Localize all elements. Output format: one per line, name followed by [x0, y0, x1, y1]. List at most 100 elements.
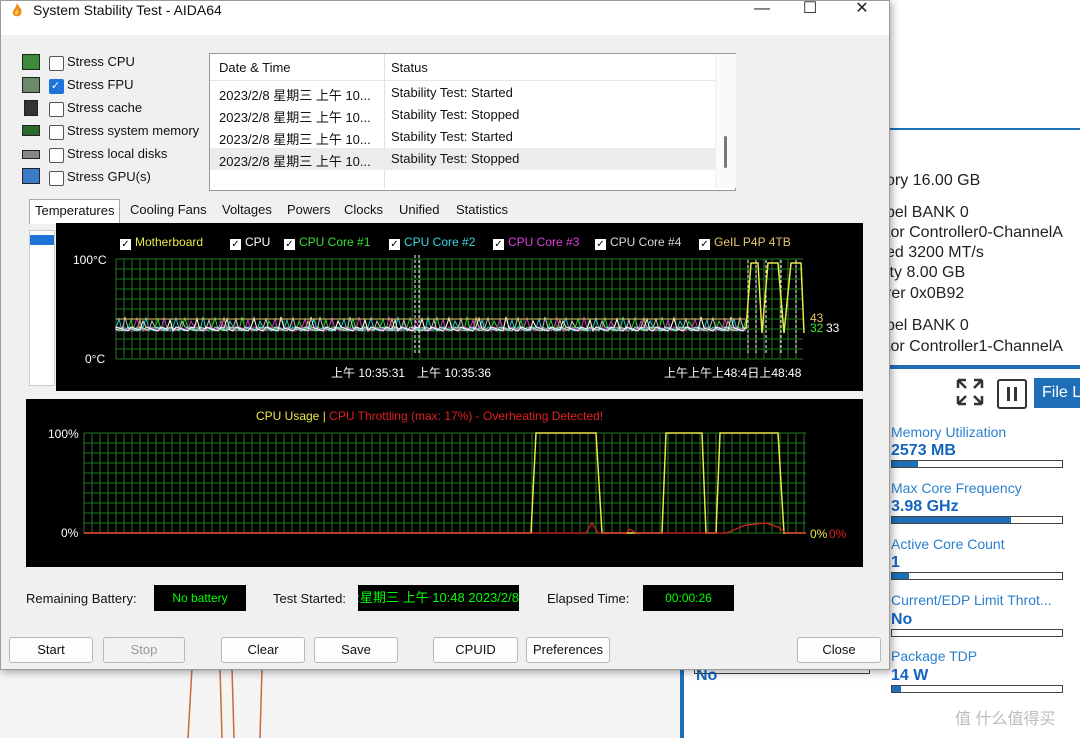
tab-clocks[interactable]: Clocks: [339, 199, 388, 223]
temperature-graph: ✓ Motherboard ✓ CPU ✓ CPU Core #1 ✓ CPU Core…: [56, 223, 863, 391]
cpuid-button[interactable]: CPUID: [433, 637, 518, 663]
stress-cpu-checkbox[interactable]: [49, 56, 64, 71]
stat-label-max-core-frequency: Max Core Frequency: [891, 480, 1022, 496]
stress-gpu-checkbox[interactable]: [49, 171, 64, 186]
tab-cooling-fans[interactable]: Cooling Fans: [125, 199, 212, 223]
stop-button[interactable]: Stop: [103, 637, 185, 663]
scrollbar-thumb[interactable]: [724, 136, 727, 168]
file-log-button[interactable]: File L: [1034, 378, 1080, 408]
tab-voltages[interactable]: Voltages: [217, 199, 277, 223]
log-row-selected[interactable]: 2023/2/8 星期三 上午 10... Stability Test: St…: [210, 148, 715, 170]
log-cell-status: Stability Test: Stopped: [391, 151, 520, 166]
cpu-throttle-current: 0%: [829, 527, 847, 541]
log-column-header-status[interactable]: Status: [391, 60, 428, 75]
log-row[interactable]: 2023/2/8 星期三 上午 10... Stability Test: St…: [210, 104, 715, 126]
elapsed-time-label: Elapsed Time:: [547, 591, 630, 606]
stat-value-package-tdp: 14 W: [891, 667, 929, 684]
log-row[interactable]: 2023/2/8 星期三 上午 10... Stability Test: St…: [210, 82, 715, 104]
minimize-icon[interactable]: —: [739, 1, 785, 19]
preferences-button[interactable]: Preferences: [526, 637, 610, 663]
maximize-icon[interactable]: ☐: [787, 1, 833, 19]
stress-disks-checkbox[interactable]: [49, 148, 64, 163]
log-cell-date: 2023/2/8 星期三 上午 10...: [219, 110, 371, 125]
cpu-axis-top-label: 100%: [48, 427, 79, 441]
gpu-monitor-icon: [22, 168, 40, 184]
tab-unified[interactable]: Unified: [394, 199, 444, 223]
expand-icon[interactable]: [955, 377, 985, 407]
pause-icon[interactable]: [997, 379, 1027, 409]
stat-label-active-core-count: Active Core Count: [891, 536, 1005, 552]
stat-bar-edp-limit-throttling: [891, 629, 1063, 637]
cache-icon: [24, 100, 38, 116]
legend-cpu-core-2: ✓ CPU Core #2: [389, 235, 476, 250]
stat-bar-memory-utilization: [891, 460, 1063, 468]
cpu-chip-icon: [22, 54, 40, 70]
stat-bar-active-core-count: [891, 572, 1063, 580]
tab-powers[interactable]: Powers: [282, 199, 335, 223]
cpu-throttling-warning: CPU Throttling (max: 17%) - Overheating …: [329, 409, 604, 423]
cpu-usage-current: 0%: [810, 527, 828, 541]
log-cell-status: Stability Test: Stopped: [391, 107, 520, 122]
cpu-graph-header: CPU Usage | CPU Throttling (max: 17%) - …: [256, 409, 604, 423]
cpu-usage-title: CPU Usage: [256, 409, 320, 423]
stability-test-window: System Stability Test - AIDA64 — ☐ ✕ Str…: [0, 0, 890, 670]
tab-temperatures[interactable]: Temperatures: [29, 199, 121, 224]
memory-info-line: bel BANK 0: [886, 317, 969, 334]
stat-bar-package-tdp: [891, 685, 1063, 693]
stress-gpu-label[interactable]: Stress GPU(s): [67, 169, 151, 184]
legend-cpu-core-4: ✓ CPU Core #4: [595, 235, 682, 250]
elapsed-time-value: 00:00:26: [643, 585, 734, 611]
close-button[interactable]: Close: [797, 637, 881, 663]
sensor-list-scroll[interactable]: [29, 230, 55, 386]
log-scrollbar[interactable]: [715, 54, 736, 188]
test-started-value: 2023/2/8 星期三 上午 10:48:: [358, 585, 519, 611]
memory-info-line: ory 16.00 GB: [886, 172, 981, 189]
legend-cpu-core-1: ✓ CPU Core #1: [284, 235, 371, 250]
stress-memory-label[interactable]: Stress system memory: [67, 123, 199, 138]
close-icon[interactable]: ✕: [839, 1, 885, 19]
stat-label-memory-utilization: Memory Utilization: [891, 424, 1007, 440]
divider: [890, 365, 1080, 369]
log-row[interactable]: 2023/2/8 星期三 上午 10... Stability Test: St…: [210, 126, 715, 148]
stat-value-edp-limit-throttling: No: [891, 611, 913, 628]
title-bar[interactable]: System Stability Test - AIDA64 — ☐ ✕: [1, 1, 889, 35]
sensor-list-selection[interactable]: [30, 235, 54, 245]
start-button[interactable]: Start: [9, 637, 93, 663]
save-button[interactable]: Save: [314, 637, 398, 663]
watermark: 值 什么值得买: [955, 711, 1056, 728]
temp-axis-top-label: 100°C: [73, 253, 107, 267]
memory-info-line: tor Controller1-ChannelA: [886, 338, 1063, 355]
memory-info-line: bel BANK 0: [886, 204, 969, 221]
log-cell-date: 2023/2/8 星期三 上午 10...: [219, 154, 371, 169]
log-cell-status: Stability Test: Started: [391, 129, 513, 144]
stat-label-package-tdp: Package TDP: [891, 648, 978, 664]
temp-value-33: 33: [826, 321, 840, 335]
log-cell-date: 2023/2/8 星期三 上午 10...: [219, 88, 371, 103]
legend-cpu: ✓ CPU: [230, 235, 271, 250]
legend-geil-ssd: ✓ GeIL P4P 4TB: [699, 235, 791, 250]
stress-fpu-checkbox[interactable]: [49, 79, 64, 94]
stress-cache-label[interactable]: Stress cache: [67, 100, 142, 115]
legend-cpu-core-3: ✓ CPU Core #3: [493, 235, 580, 250]
clear-button[interactable]: Clear: [221, 637, 305, 663]
background-chart-lines: [187, 668, 263, 738]
aida64-flame-icon: [9, 2, 25, 18]
memory-info-line: ity 8.00 GB: [886, 264, 966, 281]
time-label: 上午 10:35:36: [417, 366, 492, 380]
battery-label: Remaining Battery:: [26, 591, 137, 606]
log-column-header-date[interactable]: Date & Time: [219, 60, 291, 75]
memory-module-icon: [22, 125, 40, 136]
stress-cache-checkbox[interactable]: [49, 102, 64, 117]
stress-memory-checkbox[interactable]: [49, 125, 64, 140]
tab-statistics[interactable]: Statistics: [451, 199, 513, 223]
disk-icon: [22, 150, 40, 159]
log-cell-status: Stability Test: Started: [391, 85, 513, 100]
stress-cpu-label[interactable]: Stress CPU: [67, 54, 135, 69]
legend-motherboard: ✓ Motherboard: [120, 235, 204, 250]
memory-info-line: ed 3200 MT/s: [886, 244, 984, 261]
stress-fpu-label[interactable]: Stress FPU: [67, 77, 133, 92]
time-label: 上午 10:35:31: [331, 366, 406, 380]
event-log-list[interactable]: Date & Time Status 2023/2/8 星期三 上午 10...…: [209, 53, 736, 191]
stress-disks-label[interactable]: Stress local disks: [67, 146, 167, 161]
time-label-overlap: 上午上午上48:4日上48:48: [664, 366, 802, 380]
